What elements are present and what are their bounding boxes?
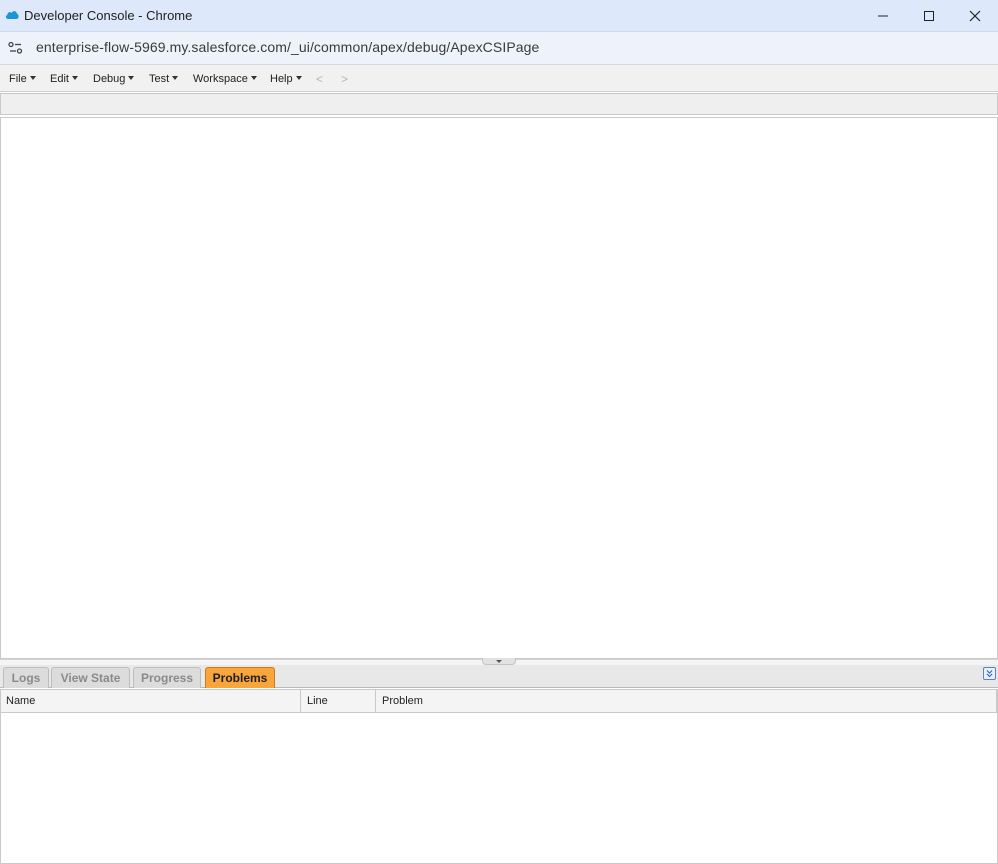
editor-area[interactable] — [0, 117, 998, 659]
minimize-button[interactable] — [860, 0, 906, 32]
menu-test-label: Test — [149, 73, 170, 85]
menu-file[interactable]: File — [9, 73, 36, 85]
chevron-down-icon — [172, 76, 179, 81]
forward-arrow-button[interactable]: > — [341, 72, 348, 86]
menu-test[interactable]: Test — [149, 73, 179, 85]
menu-edit-label: Edit — [50, 73, 69, 85]
menu-debug-label: Debug — [93, 73, 126, 85]
problems-grid-body — [0, 713, 998, 864]
url-field[interactable]: enterprise-flow-5969.my.salesforce.com/_… — [36, 39, 539, 55]
menu-debug[interactable]: Debug — [93, 73, 135, 85]
menu-edit[interactable]: Edit — [50, 73, 78, 85]
window-title: Developer Console - Chrome — [24, 8, 193, 23]
site-settings-icon[interactable] — [7, 40, 25, 56]
column-header-problem[interactable]: Problem — [376, 689, 997, 713]
menu-help-label: Help — [270, 73, 293, 85]
chevron-down-icon — [29, 76, 36, 81]
chevron-down-icon — [71, 76, 78, 81]
menu-help[interactable]: Help — [270, 73, 302, 85]
maximize-button[interactable] — [906, 0, 952, 32]
maximize-icon — [924, 11, 934, 21]
menu-workspace[interactable]: Workspace — [193, 73, 257, 85]
salesforce-cloud-icon — [5, 11, 19, 19]
tab-problems[interactable]: Problems — [205, 667, 275, 688]
column-header-name[interactable]: Name — [0, 689, 301, 713]
back-arrow-button[interactable]: < — [316, 72, 323, 86]
close-button[interactable] — [952, 0, 998, 32]
editor-tab-strip — [0, 93, 998, 115]
tab-view-state[interactable]: View State — [51, 667, 130, 688]
minimize-icon — [878, 15, 888, 17]
collapse-arrow-icon — [496, 660, 502, 663]
chevron-down-icon — [128, 76, 135, 81]
collapse-panel-icon[interactable] — [983, 667, 996, 680]
menu-file-label: File — [9, 73, 27, 85]
close-icon — [969, 10, 981, 22]
tab-logs[interactable]: Logs — [3, 667, 49, 688]
column-header-line[interactable]: Line — [301, 689, 376, 713]
chevron-down-icon — [295, 76, 302, 81]
chevron-down-icon — [250, 76, 257, 81]
menu-workspace-label: Workspace — [193, 73, 248, 85]
tab-progress[interactable]: Progress — [133, 667, 201, 688]
